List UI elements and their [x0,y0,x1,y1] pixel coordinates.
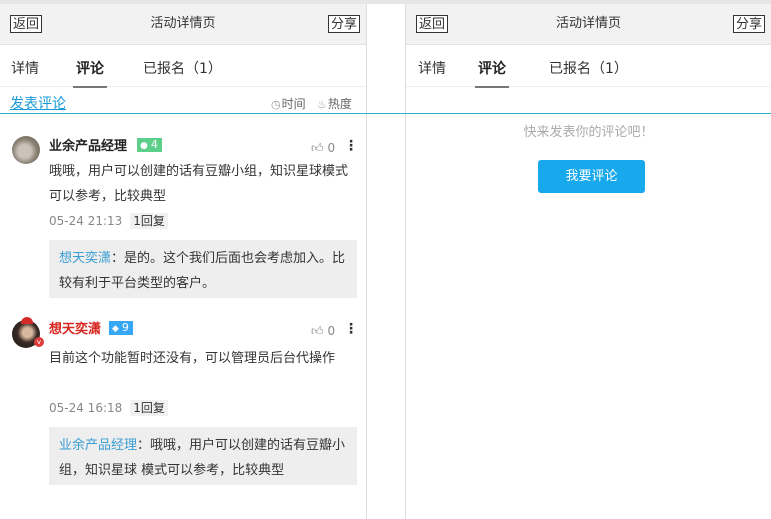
reply-count-button[interactable]: 1回复 [130,400,168,416]
like-button[interactable]: 👍︎ 0 [311,141,335,155]
gem-icon: ● [140,141,148,151]
write-comment-button[interactable]: 我要评论 [538,160,645,193]
flame-icon: ♨ [317,98,327,111]
clock-icon: ◷ [271,98,281,111]
tab-bar: 详情 评论 已报名（1） [406,50,771,88]
vip-badge-icon: v [34,337,44,347]
thumb-up-icon: 👍︎ [311,324,324,338]
page-title: 活动详情页 [150,16,216,31]
post-comment-link[interactable]: 发表评论 [10,96,66,112]
level-badge: ● 4 [137,138,162,152]
comment-text: 哦哦，用户可以创建的话有豆瓣小组，知识星球模式可以参考，比较典型 [49,164,349,204]
like-count: 0 [327,324,336,338]
share-button[interactable]: 分享 [327,15,360,33]
comment-time: 05-24 21:13 [49,214,123,228]
left-phone-panel: 返回 活动详情页 分享 详情 评论 已报名（1） 发表评论 ◷时间 ♨热度 业余… [0,4,367,519]
sort-hot-label: 热度 [327,97,352,111]
reply-author[interactable]: 想天奕潇 [59,251,111,266]
reply-box: 业余产品经理：哦哦，用户可以创建的话有豆瓣小组，知识星球 模式可以参考，比较典型 [49,427,357,485]
empty-comments-text: 快来发表你的评论吧！ [523,125,654,140]
tab-comments[interactable]: 评论 [73,60,107,88]
reply-count-button[interactable]: 1回复 [130,213,168,229]
header-bar: 返回 活动详情页 分享 [0,4,366,45]
comment-time: 05-24 16:18 [49,401,123,415]
tab-registered[interactable]: 已报名（1） [549,60,628,78]
like-count: 0 [327,141,336,155]
avatar[interactable] [12,136,40,164]
sort-by-hot[interactable]: ♨热度 [317,97,352,112]
thumb-up-icon: 👍︎ [311,141,324,155]
tab-comments[interactable]: 评论 [475,60,509,88]
tab-bar: 详情 评论 已报名（1） [0,50,366,88]
header-bar: 返回 活动详情页 分享 [406,4,771,45]
comment-meta: 05-24 16:18 1回复 [49,400,168,416]
level-badge: ◆ 9 [109,321,133,335]
page-title: 活动详情页 [555,16,621,31]
more-options-icon[interactable]: ⋮ [344,322,358,336]
comment-username[interactable]: 想天奕潇 [49,322,101,338]
comment-meta: 05-24 21:13 1回复 [49,213,168,229]
sort-by-time[interactable]: ◷时间 [271,97,306,112]
reply-author[interactable]: 业余产品经理 [59,438,137,453]
comment-text: 目前这个功能暂时还没有，可以管理员后台代操作 [49,351,336,366]
comment-username[interactable]: 业余产品经理 [49,139,127,155]
more-options-icon[interactable]: ⋮ [344,139,358,153]
tab-details[interactable]: 详情 [11,60,39,78]
like-button[interactable]: 👍︎ 0 [311,324,335,338]
level-value: 4 [150,138,158,151]
sort-time-label: 时间 [281,97,306,111]
right-phone-panel: 返回 活动详情页 分享 详情 评论 已报名（1） 快来发表你的评论吧！ 我要评论 [405,4,771,519]
share-button[interactable]: 分享 [732,15,765,33]
tab-registered[interactable]: 已报名（1） [143,60,222,78]
comment-toolbar: 发表评论 ◷时间 ♨热度 [0,94,366,114]
santa-hat-icon [21,317,33,324]
tab-details[interactable]: 详情 [418,60,446,78]
guide-line [0,113,771,114]
level-value: 9 [121,321,129,334]
diamond-icon: ◆ [112,324,119,334]
reply-box: 想天奕潇：是的。这个我们后面也会考虑加入。比较有利于平台类型的客户。 [49,240,357,298]
